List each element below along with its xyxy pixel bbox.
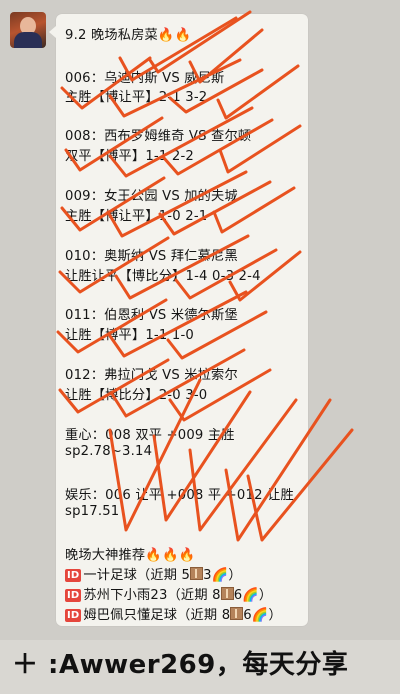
id-icon: ID bbox=[65, 589, 82, 602]
recommend-item: ID 苏州下小雨23（近期 8 6🌈） bbox=[65, 584, 272, 603]
recommend-name: 姆巴佩只懂足球（近期 8 bbox=[83, 608, 231, 623]
gift-box-icon bbox=[220, 587, 234, 600]
match-tip: 双平【博平】1-1 2-2 bbox=[65, 149, 194, 164]
match-tip: 主胜【博让平】2-1 3-2 bbox=[65, 90, 208, 105]
recommend-title: 晚场大神推荐 bbox=[65, 548, 146, 563]
match-title: 010：奥斯纳 VS 拜仁慕尼黑 bbox=[65, 249, 238, 264]
footer-banner: ＋ :Awwer269，每天分享 bbox=[0, 640, 400, 694]
fire-icon: 🔥🔥 bbox=[157, 28, 192, 43]
match-title: 009：女王公园 VS 加的夫城 bbox=[65, 189, 238, 204]
header-title: 9.2 晚场私房菜 bbox=[65, 28, 158, 43]
focus-sp: sp2.78~3.14 bbox=[65, 444, 153, 459]
match-title: 011：伯恩利 VS 米德尔斯堡 bbox=[65, 308, 238, 323]
recommend-end: ） bbox=[228, 568, 242, 583]
fire-icon: 🔥🔥🔥 bbox=[145, 548, 196, 563]
recommend-end: ） bbox=[258, 588, 273, 603]
recommend-name: 一计足球（近期 5 bbox=[83, 568, 191, 583]
rainbow-icon: 🌈 bbox=[242, 588, 259, 603]
recommend-title-line: 晚场大神推荐🔥🔥🔥 bbox=[65, 544, 195, 563]
gift-box-icon bbox=[190, 567, 204, 580]
id-icon: ID bbox=[65, 569, 82, 582]
recommend-end: ） bbox=[268, 608, 282, 623]
match-title: 012：弗拉门戈 VS 米拉索尔 bbox=[65, 368, 238, 383]
match-title: 006：乌迪内斯 VS 威尼斯 bbox=[65, 71, 225, 86]
match-tip: 主胜【博让平】1-0 2-1 bbox=[65, 209, 208, 224]
rainbow-icon: 🌈 bbox=[251, 608, 269, 623]
fun-sp: sp17.51 bbox=[65, 504, 120, 519]
match-tip: 让胜让平【博比分】1-4 0-3 2-4 bbox=[65, 269, 261, 284]
gift-box-icon bbox=[230, 607, 244, 620]
recommend-name: 苏州下小雨23（近期 8 bbox=[83, 588, 221, 603]
recommend-item: ID 姆巴佩只懂足球（近期 8 6🌈） bbox=[65, 604, 282, 623]
message-header: 9.2 晚场私房菜🔥🔥 bbox=[65, 24, 191, 43]
fun-line: 娱乐：006 让平 +008 平 +012 让胜 bbox=[65, 488, 294, 503]
match-title: 008：西布罗姆维奇 VS 查尔顿 bbox=[65, 129, 252, 144]
recommend-item: ID 一计足球（近期 5 3🌈） bbox=[65, 564, 242, 583]
match-tip: 让胜【博平】1-1 1-0 bbox=[65, 328, 194, 343]
message-bubble[interactable]: 9.2 晚场私房菜🔥🔥 006：乌迪内斯 VS 威尼斯 主胜【博让平】2-1 3… bbox=[49, 14, 308, 626]
recommend-count: 6 bbox=[243, 608, 252, 623]
focus-line: 重心：008 双平 +009 主胜 bbox=[65, 428, 235, 443]
recommend-count: 3 bbox=[203, 568, 212, 583]
rainbow-icon: 🌈 bbox=[211, 568, 229, 583]
recommend-count: 6 bbox=[233, 588, 243, 603]
id-icon: ID bbox=[65, 609, 82, 622]
footer-text: ＋ :Awwer269，每天分享 bbox=[12, 650, 349, 680]
match-tip: 让胜【博比分】2-0 3-0 bbox=[65, 388, 208, 403]
avatar-body bbox=[14, 32, 42, 48]
avatar[interactable] bbox=[10, 12, 46, 48]
